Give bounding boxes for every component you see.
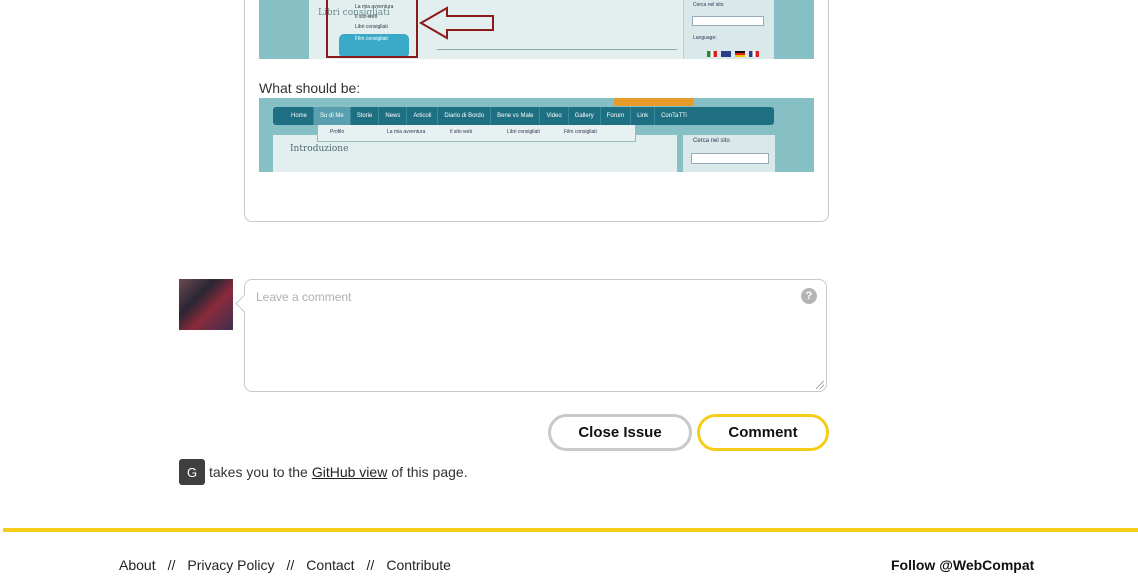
screenshot-sidebar-search: Cerca nel sito: [693, 2, 724, 8]
screenshot-nav-item: Forum: [601, 107, 632, 125]
github-view-link[interactable]: GitHub view: [312, 464, 387, 480]
comment-box: ?: [244, 279, 827, 392]
hint-text-before: takes you to the: [209, 464, 308, 480]
footer-link-privacy[interactable]: Privacy Policy: [187, 557, 274, 573]
user-avatar[interactable]: [179, 279, 233, 330]
highlight-box: [326, 0, 418, 58]
screenshot-submenu-item: Libri consigliati: [507, 129, 540, 135]
footer-link-contribute[interactable]: Contribute: [386, 557, 451, 573]
expected-caption: What should be:: [259, 80, 361, 96]
comment-input[interactable]: [245, 280, 826, 391]
screenshot-expected[interactable]: Home Su di Me Storie News Articoli Diari…: [259, 98, 814, 172]
screenshot-nav-item: Diario di Bordo: [438, 107, 492, 125]
hint-text-after: of this page.: [391, 464, 468, 480]
screenshot-nav-item: Link: [631, 107, 656, 125]
uk-flag-icon: [721, 51, 731, 57]
screenshot-sidebar-search: Cerca nel sito: [693, 138, 730, 144]
italy-flag-icon: [707, 51, 717, 57]
screenshot-nav-item: Su di Me: [314, 107, 351, 125]
screenshot-nav-item: ConTaTTi: [661, 113, 687, 119]
france-flag-icon: [749, 51, 759, 57]
screenshot-submenu-item: La mia avventura: [387, 129, 426, 135]
screenshot-nav-item: Articoli: [407, 107, 439, 125]
resize-handle-icon[interactable]: [816, 381, 824, 389]
screenshot-nav-item: Video: [540, 107, 569, 125]
screenshot-nav-item: Home: [273, 107, 315, 125]
footer-separator: //: [286, 557, 295, 573]
footer-link-about[interactable]: About: [119, 557, 156, 573]
footer-link-contact[interactable]: Contact: [306, 557, 354, 573]
help-icon[interactable]: ?: [801, 288, 817, 304]
screenshot-intro: Introduzione: [290, 144, 349, 154]
screenshot-current[interactable]: Libri consigliati La mia avventura Il si…: [259, 0, 814, 59]
close-issue-button[interactable]: Close Issue: [548, 414, 692, 451]
screenshot-submenu: Profilo La mia avventura Il sito web Lib…: [317, 125, 636, 142]
screenshot-submenu-item: Profilo: [330, 129, 345, 135]
site-logo: [614, 98, 694, 106]
comment-button[interactable]: Comment: [697, 414, 829, 451]
screenshot-nav-bar: Home Su di Me Storie News Articoli Diari…: [273, 107, 774, 125]
footer-nav: About // Privacy Policy // Contact // Co…: [119, 557, 451, 573]
g-key-badge: G: [179, 459, 205, 485]
screenshot-nav-item: Bene vs Male: [491, 107, 541, 125]
screenshot-search-box: [692, 16, 764, 26]
arrow-left-icon: [419, 6, 494, 40]
keyboard-hint: G takes you to the GitHub view of this p…: [179, 459, 468, 485]
germany-flag-icon: [735, 51, 745, 57]
screenshot-search-box: [691, 153, 769, 164]
follow-webcompat-link[interactable]: Follow @WebCompat: [891, 557, 1034, 573]
footer-separator: //: [366, 557, 375, 573]
screenshot-nav-item: News: [379, 107, 408, 125]
screenshot-nav-item: Gallery: [569, 107, 601, 125]
screenshot-nav-item: Storie: [351, 107, 380, 125]
language-flags: [707, 51, 759, 57]
screenshot-sidebar-language: Language:: [693, 35, 717, 41]
footer-separator: //: [167, 557, 176, 573]
footer-divider: [3, 528, 1138, 532]
screenshot-submenu-item: Film consigliati: [564, 129, 597, 135]
screenshot-divider: [437, 49, 677, 50]
screenshot-submenu-item: Il sito web: [450, 129, 473, 135]
